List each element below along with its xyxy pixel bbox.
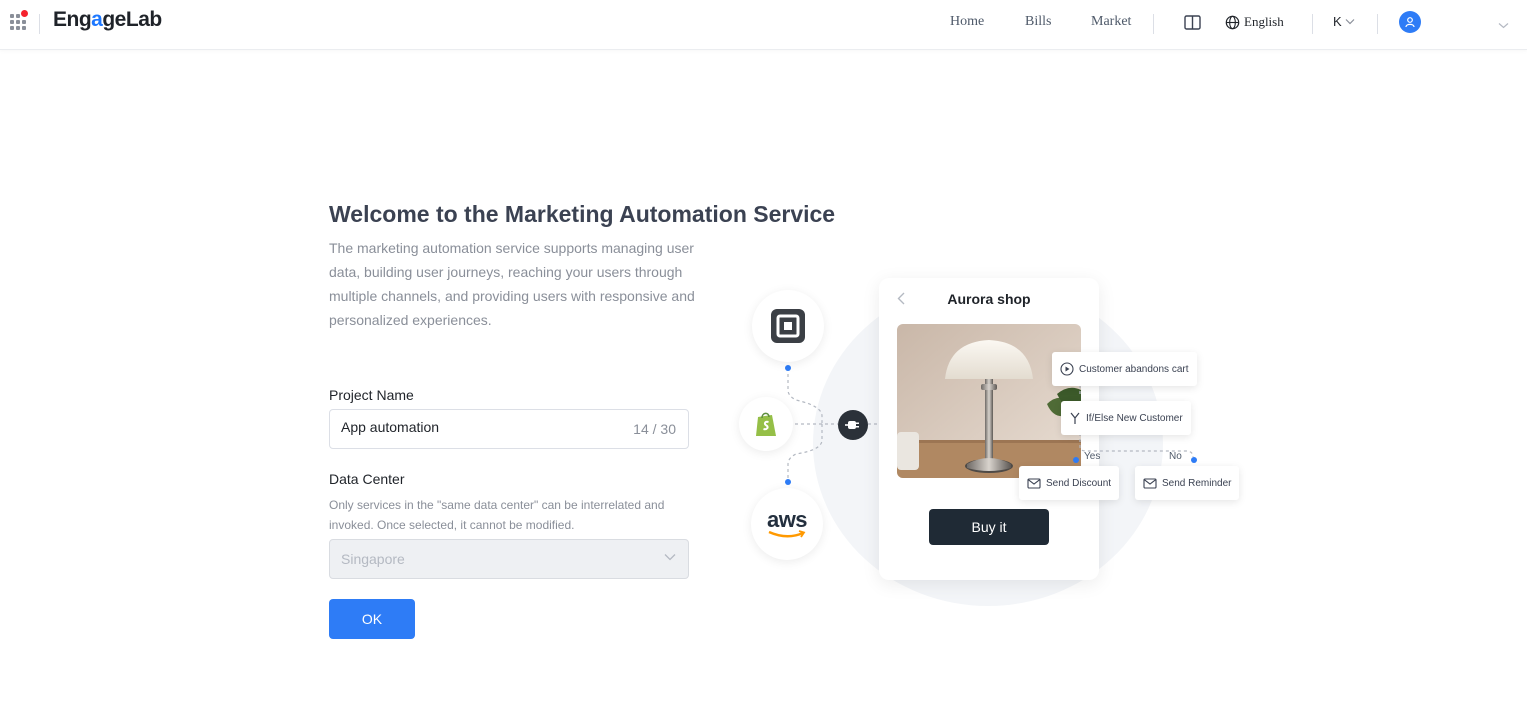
nav-home[interactable]: Home bbox=[950, 14, 984, 30]
send-discount-label: Send Discount bbox=[1046, 477, 1112, 489]
square-icon bbox=[771, 309, 805, 343]
flow-trigger-card: Customer abandons cart bbox=[1052, 352, 1197, 386]
divider bbox=[1153, 14, 1154, 34]
shopify-integration bbox=[739, 397, 793, 451]
user-avatar-icon[interactable] bbox=[1399, 11, 1421, 33]
send-reminder-label: Send Reminder bbox=[1162, 477, 1232, 489]
buy-button[interactable]: Buy it bbox=[929, 509, 1049, 545]
char-counter: 14 / 30 bbox=[633, 421, 676, 437]
ok-button[interactable]: OK bbox=[329, 599, 415, 639]
data-center-label: Data Center bbox=[329, 471, 405, 487]
project-name-field[interactable]: 14 / 30 bbox=[329, 409, 689, 449]
globe-icon bbox=[1225, 15, 1240, 29]
aws-logo: aws bbox=[766, 506, 808, 532]
top-bar: EngageLab Home Bills Market English K bbox=[0, 0, 1527, 50]
account-switcher[interactable]: K bbox=[1333, 14, 1355, 29]
data-center-hint: Only services in the "same data center" … bbox=[329, 498, 665, 532]
mail-icon bbox=[1027, 477, 1041, 489]
flow-condition-label: If/Else New Customer bbox=[1086, 412, 1183, 424]
play-circle-icon bbox=[1060, 362, 1074, 376]
flow-no-label: No bbox=[1169, 451, 1182, 462]
flow-dot bbox=[1191, 457, 1197, 463]
chevron-down-icon[interactable] bbox=[1498, 16, 1509, 34]
data-center-value: Singapore bbox=[341, 551, 405, 567]
flow-yes-label: Yes bbox=[1084, 451, 1101, 462]
plug-icon bbox=[838, 410, 868, 440]
nav-bills[interactable]: Bills bbox=[1025, 14, 1051, 30]
language-switcher[interactable]: English bbox=[1225, 14, 1284, 30]
divider bbox=[39, 14, 40, 34]
flow-dot bbox=[1073, 457, 1079, 463]
aws-smile-icon bbox=[768, 529, 806, 537]
chevron-down-icon bbox=[1345, 19, 1355, 25]
mail-icon bbox=[1143, 477, 1157, 489]
divider bbox=[1377, 14, 1378, 34]
flow-condition-card: If/Else New Customer bbox=[1061, 401, 1191, 435]
branch-icon bbox=[1070, 412, 1080, 424]
apps-grid-icon[interactable] bbox=[10, 10, 28, 30]
docs-book-icon[interactable] bbox=[1184, 15, 1201, 35]
aws-integration: aws bbox=[751, 488, 823, 560]
nav-market[interactable]: Market bbox=[1091, 14, 1131, 30]
page-title: Welcome to the Marketing Automation Serv… bbox=[329, 201, 836, 227]
chevron-down-icon bbox=[664, 554, 676, 561]
project-name-label: Project Name bbox=[329, 387, 414, 403]
product-image bbox=[897, 324, 1081, 478]
project-name-input[interactable] bbox=[341, 419, 621, 435]
account-initial: K bbox=[1333, 14, 1342, 29]
connector-dot bbox=[785, 365, 791, 371]
language-label: English bbox=[1244, 14, 1284, 29]
send-reminder-card: Send Reminder bbox=[1135, 466, 1240, 500]
flow-trigger-label: Customer abandons cart bbox=[1079, 363, 1189, 375]
square-integration bbox=[752, 290, 824, 362]
shopify-icon bbox=[756, 412, 776, 436]
shop-title: Aurora shop bbox=[947, 291, 1031, 307]
page-description: The marketing automation service support… bbox=[329, 240, 695, 328]
divider bbox=[1312, 14, 1313, 34]
send-discount-card: Send Discount bbox=[1019, 466, 1120, 500]
notification-dot bbox=[21, 10, 28, 17]
data-center-select[interactable]: Singapore bbox=[329, 539, 689, 579]
engagelab-logo[interactable]: EngageLab bbox=[53, 8, 162, 32]
connector-dot bbox=[785, 479, 791, 485]
